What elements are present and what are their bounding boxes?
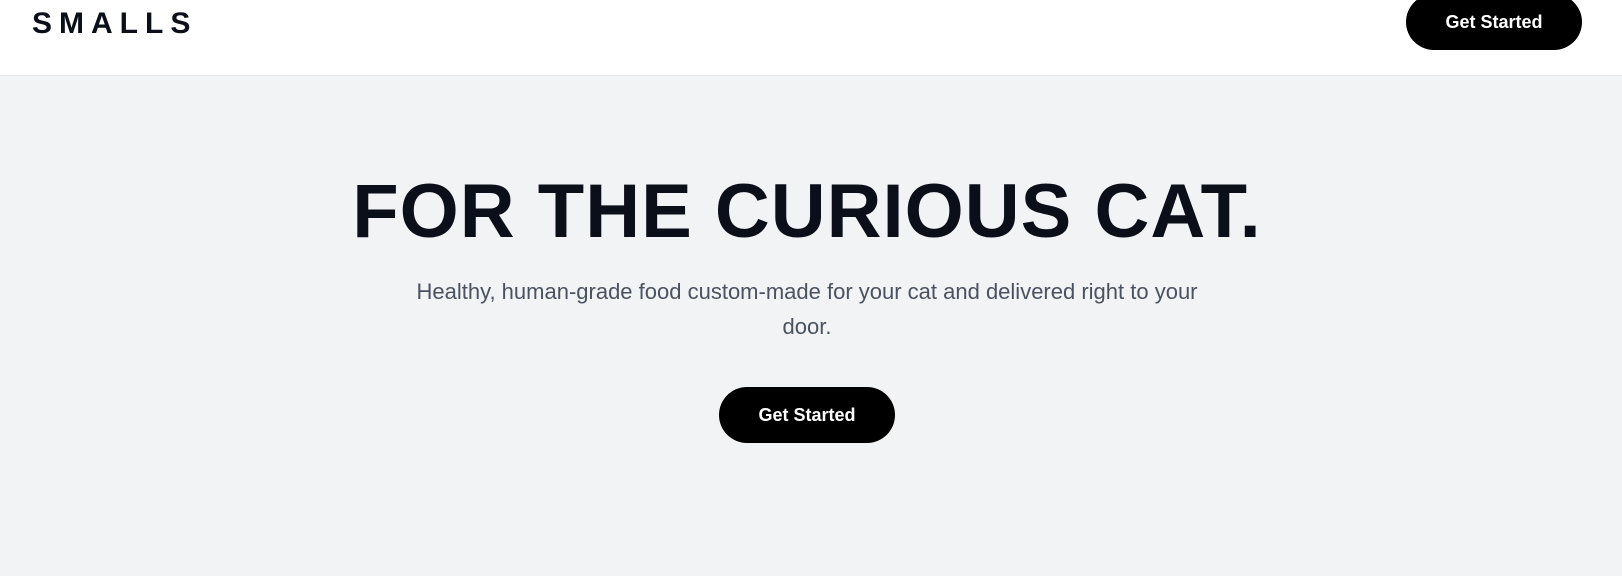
brand-logo[interactable]: SMALLS [32, 6, 197, 42]
hero-subtitle: Healthy, human-grade food custom-made fo… [416, 279, 1198, 339]
hero-section: FOR THE CURIOUS CAT. Healthy, human-grad… [0, 76, 1622, 576]
hero-get-started-button[interactable]: Get Started [719, 387, 895, 443]
hero-title: FOR THE CURIOUS CAT. [352, 169, 1262, 254]
header-get-started-button[interactable]: Get Started [1406, 0, 1582, 50]
site-header: SMALLS Get Started [0, 0, 1622, 76]
